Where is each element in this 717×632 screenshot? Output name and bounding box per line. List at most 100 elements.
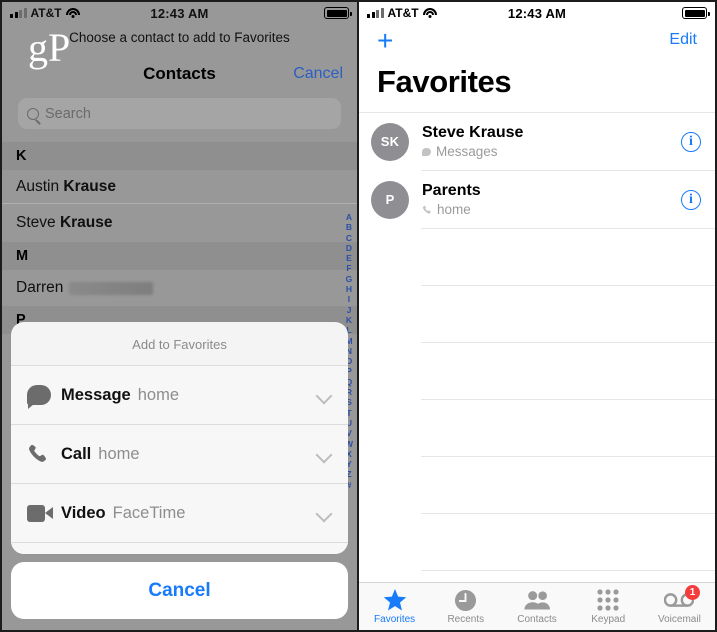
empty-list-row [359, 457, 715, 513]
action-option-label: Call [61, 444, 92, 463]
dual-screenshot-container: AT&T 12:43 AM Choose a contact to add to… [0, 0, 717, 632]
info-circle-icon[interactable]: i [681, 189, 701, 210]
empty-list-row [359, 229, 715, 285]
empty-list-row [359, 514, 715, 570]
favorites-list[interactable]: SK Steve Krause Messages i P Parents hom… [359, 112, 715, 628]
phone-icon [422, 205, 431, 214]
favorite-name: Steve Krause [422, 124, 524, 141]
tab-recents[interactable]: Recents [430, 588, 501, 625]
message-bubble-icon [422, 147, 431, 156]
empty-list-row [359, 343, 715, 399]
empty-list-row [359, 400, 715, 456]
star-icon [383, 588, 407, 612]
page-title: Favorites [377, 64, 512, 99]
tab-label: Keypad [591, 614, 626, 625]
battery-full-icon [324, 7, 352, 19]
alpha-index-letter[interactable]: B [346, 222, 352, 232]
clock-icon [454, 588, 477, 612]
status-bar-clock: 12:43 AM [507, 5, 567, 21]
modal-instruction-text: Choose a contact to add to Favorites [69, 30, 290, 45]
avatar: SK [371, 122, 409, 161]
action-option-message[interactable]: Message home [11, 365, 348, 424]
cancel-button[interactable]: Cancel [11, 562, 348, 619]
alpha-index-letter[interactable]: F [346, 263, 351, 273]
action-option-video[interactable]: Video FaceTime [11, 483, 348, 542]
status-bar-right: AT&T 12:43 AM [359, 2, 715, 24]
favorites-nav-bar: + Edit [359, 27, 715, 58]
section-header-k: K [2, 142, 357, 170]
redacted-last-name [69, 281, 154, 295]
chevron-down-icon[interactable] [316, 387, 332, 403]
tab-bar[interactable]: Favorites Recents Contacts Keypad 1 Voic… [359, 582, 715, 630]
favorite-meta: Messages [422, 144, 681, 159]
action-sheet-footer [11, 542, 348, 554]
people-icon [524, 588, 550, 612]
alpha-index-letter[interactable]: A [346, 212, 352, 222]
alpha-index-letter[interactable]: H [346, 284, 352, 294]
search-input[interactable]: Search [18, 98, 341, 129]
alpha-index-letter[interactable]: G [346, 274, 353, 284]
action-option-call[interactable]: Call home [11, 424, 348, 483]
status-bar-right-group [682, 7, 710, 19]
list-item[interactable]: P Parents home i [359, 171, 715, 228]
tab-label: Favorites [374, 614, 416, 625]
favorite-meta-label: home [437, 202, 471, 217]
search-placeholder: Search [45, 105, 91, 122]
tab-label: Contacts [517, 614, 557, 625]
action-option-label: Video [61, 503, 106, 522]
voicemail-badge: 1 [685, 585, 701, 600]
contacts-nav-bar: Contacts Cancel [2, 64, 357, 88]
contact-first-name: Austin [16, 177, 60, 195]
video-camera-icon [27, 504, 61, 522]
alpha-index-letter[interactable]: I [348, 294, 350, 304]
empty-list-row [359, 286, 715, 342]
contact-row-darren-redacted[interactable]: Darren [2, 270, 357, 306]
favorite-meta: home [422, 202, 681, 217]
alpha-index-letter[interactable]: J [347, 305, 352, 315]
favorite-text-group: Parents home [422, 182, 681, 217]
alpha-index-letter[interactable]: C [346, 233, 352, 243]
search-icon [27, 107, 39, 120]
alpha-index-letter[interactable]: E [346, 253, 352, 263]
add-favorite-button[interactable]: + [377, 27, 393, 55]
tab-voicemail[interactable]: 1 Voicemail [644, 585, 715, 625]
action-option-detail: FaceTime [112, 503, 186, 522]
chevron-down-icon[interactable] [316, 446, 332, 462]
nav-cancel-button[interactable]: Cancel [293, 65, 343, 83]
tab-favorites[interactable]: Favorites [359, 588, 430, 625]
left-phone-screen: AT&T 12:43 AM Choose a contact to add to… [0, 0, 358, 632]
action-option-detail: home [98, 444, 140, 463]
contact-first-name: Steve [16, 214, 56, 231]
tab-keypad[interactable]: Keypad [573, 588, 644, 625]
action-option-label: Message [61, 385, 131, 404]
right-phone-screen: AT&T 12:43 AM + Edit Favorites SK Steve … [358, 0, 717, 632]
contact-row-austin-krause[interactable]: Austin Krause [2, 170, 357, 203]
action-option-detail: home [137, 385, 179, 404]
contact-last-name: Krause [63, 177, 116, 195]
tab-label: Voicemail [658, 614, 701, 625]
alpha-index-letter[interactable]: K [346, 315, 352, 325]
contact-first-name: Darren [16, 279, 64, 296]
status-bar-right-group [324, 7, 352, 19]
section-header-m: M [2, 242, 357, 270]
edit-button[interactable]: Edit [669, 31, 697, 49]
contact-last-name: Krause [59, 214, 113, 231]
alpha-index-letter[interactable]: D [346, 243, 352, 253]
list-item[interactable]: SK Steve Krause Messages i [359, 113, 715, 170]
phone-icon [27, 443, 61, 465]
tab-contacts[interactable]: Contacts [501, 588, 572, 625]
favorite-meta-label: Messages [436, 144, 498, 159]
contact-row-steve-krause[interactable]: Steve Krause [2, 204, 357, 242]
status-bar-clock: 12:43 AM [150, 5, 209, 21]
keypad-icon [597, 588, 619, 612]
favorite-name: Parents [422, 182, 481, 199]
favorite-text-group: Steve Krause Messages [422, 124, 681, 159]
info-circle-icon[interactable]: i [681, 131, 701, 152]
empty-list-rows [359, 229, 715, 628]
message-bubble-icon [27, 385, 61, 409]
add-to-favorites-action-sheet: Add to Favorites Message home Call home [11, 322, 348, 554]
chevron-down-icon[interactable] [316, 505, 332, 521]
action-sheet-title: Add to Favorites [132, 337, 227, 352]
tab-label: Recents [447, 614, 485, 625]
status-bar-left: AT&T 12:43 AM [2, 2, 357, 24]
